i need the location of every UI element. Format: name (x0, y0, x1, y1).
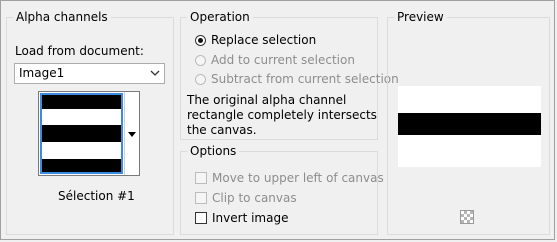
thumbnail-dropdown-button[interactable] (124, 92, 139, 175)
radio-replace-selection[interactable]: Replace selection (195, 33, 316, 48)
checkbox-clip-label: Clip to canvas (212, 191, 297, 205)
checkbox-invert-image[interactable]: Invert image (195, 211, 288, 226)
checkbox-invert-label: Invert image (212, 211, 289, 225)
options-title: Options (187, 144, 240, 158)
document-select-value: Image1 (19, 66, 65, 80)
selection-thumbnail[interactable] (40, 93, 123, 174)
operation-description: The original alpha channel rectangle com… (187, 93, 377, 137)
checkbox-move-upper-left[interactable]: Move to upper left of canvas (195, 171, 384, 186)
thumb-stripe-2 (42, 125, 121, 142)
checkbox-move-label: Move to upper left of canvas (212, 171, 384, 185)
operation-title: Operation (187, 10, 253, 24)
preview-title: Preview (394, 10, 447, 24)
preview-image (398, 86, 541, 167)
chevron-down-icon (148, 65, 162, 82)
thumb-stripe-1 (42, 95, 121, 109)
radio-subtract-label: Subtract from current selection (211, 72, 399, 86)
thumb-stripe-3 (42, 159, 121, 172)
radio-subtract-indicator (195, 74, 206, 85)
checkbox-clip-indicator (195, 192, 207, 204)
radio-add-selection[interactable]: Add to current selection (195, 53, 355, 68)
preview-stripe (398, 113, 541, 135)
radio-add-indicator (195, 55, 206, 66)
load-from-document-label: Load from document: (15, 44, 144, 58)
radio-replace-label: Replace selection (211, 33, 317, 47)
radio-subtract-selection[interactable]: Subtract from current selection (195, 72, 399, 87)
transparency-checker-icon[interactable] (460, 210, 474, 224)
radio-add-label: Add to current selection (211, 53, 355, 67)
document-select[interactable]: Image1 (14, 63, 165, 84)
checkbox-invert-indicator (195, 212, 207, 224)
radio-replace-indicator (195, 35, 206, 46)
selection-caption: Sélection #1 (58, 189, 135, 203)
triangle-down-icon (128, 132, 136, 137)
checkbox-clip-to-canvas[interactable]: Clip to canvas (195, 191, 297, 206)
checkbox-move-indicator (195, 172, 207, 184)
alpha-channels-title: Alpha channels (13, 10, 111, 24)
